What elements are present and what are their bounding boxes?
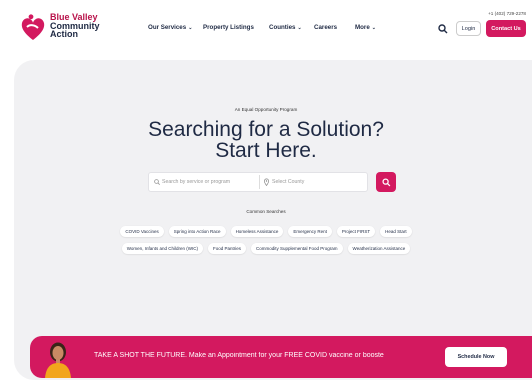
nav-label: Our Services <box>148 24 187 31</box>
chip-commodity-food-program[interactable]: Commodity Supplemental Food Program <box>250 243 343 254</box>
nav-more[interactable]: More ⌄ <box>355 24 376 31</box>
chevron-down-icon: ⌄ <box>297 25 302 31</box>
common-searches-list: COVID Vaccines Spring into Action Race H… <box>120 226 412 254</box>
chip-wic[interactable]: Women, Infants and Children (WIC) <box>121 243 203 254</box>
nav-careers[interactable]: Careers <box>314 24 337 31</box>
site-header: Blue Valley Community Action Our Service… <box>0 0 532 50</box>
schedule-now-button[interactable]: Schedule Now <box>445 347 507 367</box>
nav-counties[interactable]: Counties ⌄ <box>269 24 302 31</box>
search-icon <box>381 177 390 186</box>
login-button[interactable]: Login <box>456 21 481 36</box>
covid-vaccine-banner: TAKE A SHOT THE FUTURE. Make an Appointm… <box>30 336 532 378</box>
hero-title-line-1: Searching for a Solution? <box>148 118 384 141</box>
phone-number[interactable]: +1 (402) 729-2278 <box>488 11 526 16</box>
common-searches-label: Common Searches <box>246 209 286 214</box>
service-search-input[interactable] <box>149 173 259 191</box>
chevron-down-icon: ⌄ <box>371 25 376 31</box>
nav-label: Careers <box>314 24 338 31</box>
chip-food-pantries[interactable]: Food Pantries <box>207 243 246 254</box>
hero-title: Searching for a Solution? Start Here. <box>0 119 532 161</box>
nav-property-listings[interactable]: Property Listings <box>203 24 254 31</box>
hero-title-line-2: Start Here. <box>215 139 317 162</box>
chip-homeless-assistance[interactable]: Homeless Assistance <box>230 226 284 237</box>
search-icon[interactable] <box>438 24 448 34</box>
banner-person-photo <box>45 342 71 378</box>
contact-us-button[interactable]: Contact Us <box>486 20 526 37</box>
nav-label: Counties <box>269 24 296 31</box>
search-form: Select County <box>148 172 368 192</box>
search-submit-button[interactable] <box>376 172 396 192</box>
chip-weatherization-assistance[interactable]: Weatherization Assistance <box>347 243 411 254</box>
nav-our-services[interactable]: Our Services ⌄ <box>148 24 192 31</box>
chip-head-start[interactable]: Head Start <box>380 226 412 237</box>
county-select[interactable]: Select County <box>260 173 368 191</box>
nav-label: Property Listings <box>203 24 254 31</box>
brand-name[interactable]: Blue Valley Community Action <box>50 13 100 39</box>
county-select-placeholder: Select County <box>272 179 305 185</box>
chip-covid-vaccines[interactable]: COVID Vaccines <box>120 226 164 237</box>
heart-logo-icon[interactable] <box>20 14 46 42</box>
nav-label: More <box>355 24 370 31</box>
brand-line-3: Action <box>50 29 78 39</box>
chip-spring-into-action-race[interactable]: Spring into Action Race <box>168 226 226 237</box>
map-pin-icon <box>264 178 269 186</box>
banner-text: TAKE A SHOT THE FUTURE. Make an Appointm… <box>94 352 384 359</box>
chevron-down-icon: ⌄ <box>188 25 193 31</box>
chip-emergency-rent[interactable]: Emergency Rent <box>288 226 332 237</box>
hero-eyebrow: An Equal Opportunity Program <box>234 107 298 112</box>
chip-project-first[interactable]: Project FIRST <box>336 226 376 237</box>
